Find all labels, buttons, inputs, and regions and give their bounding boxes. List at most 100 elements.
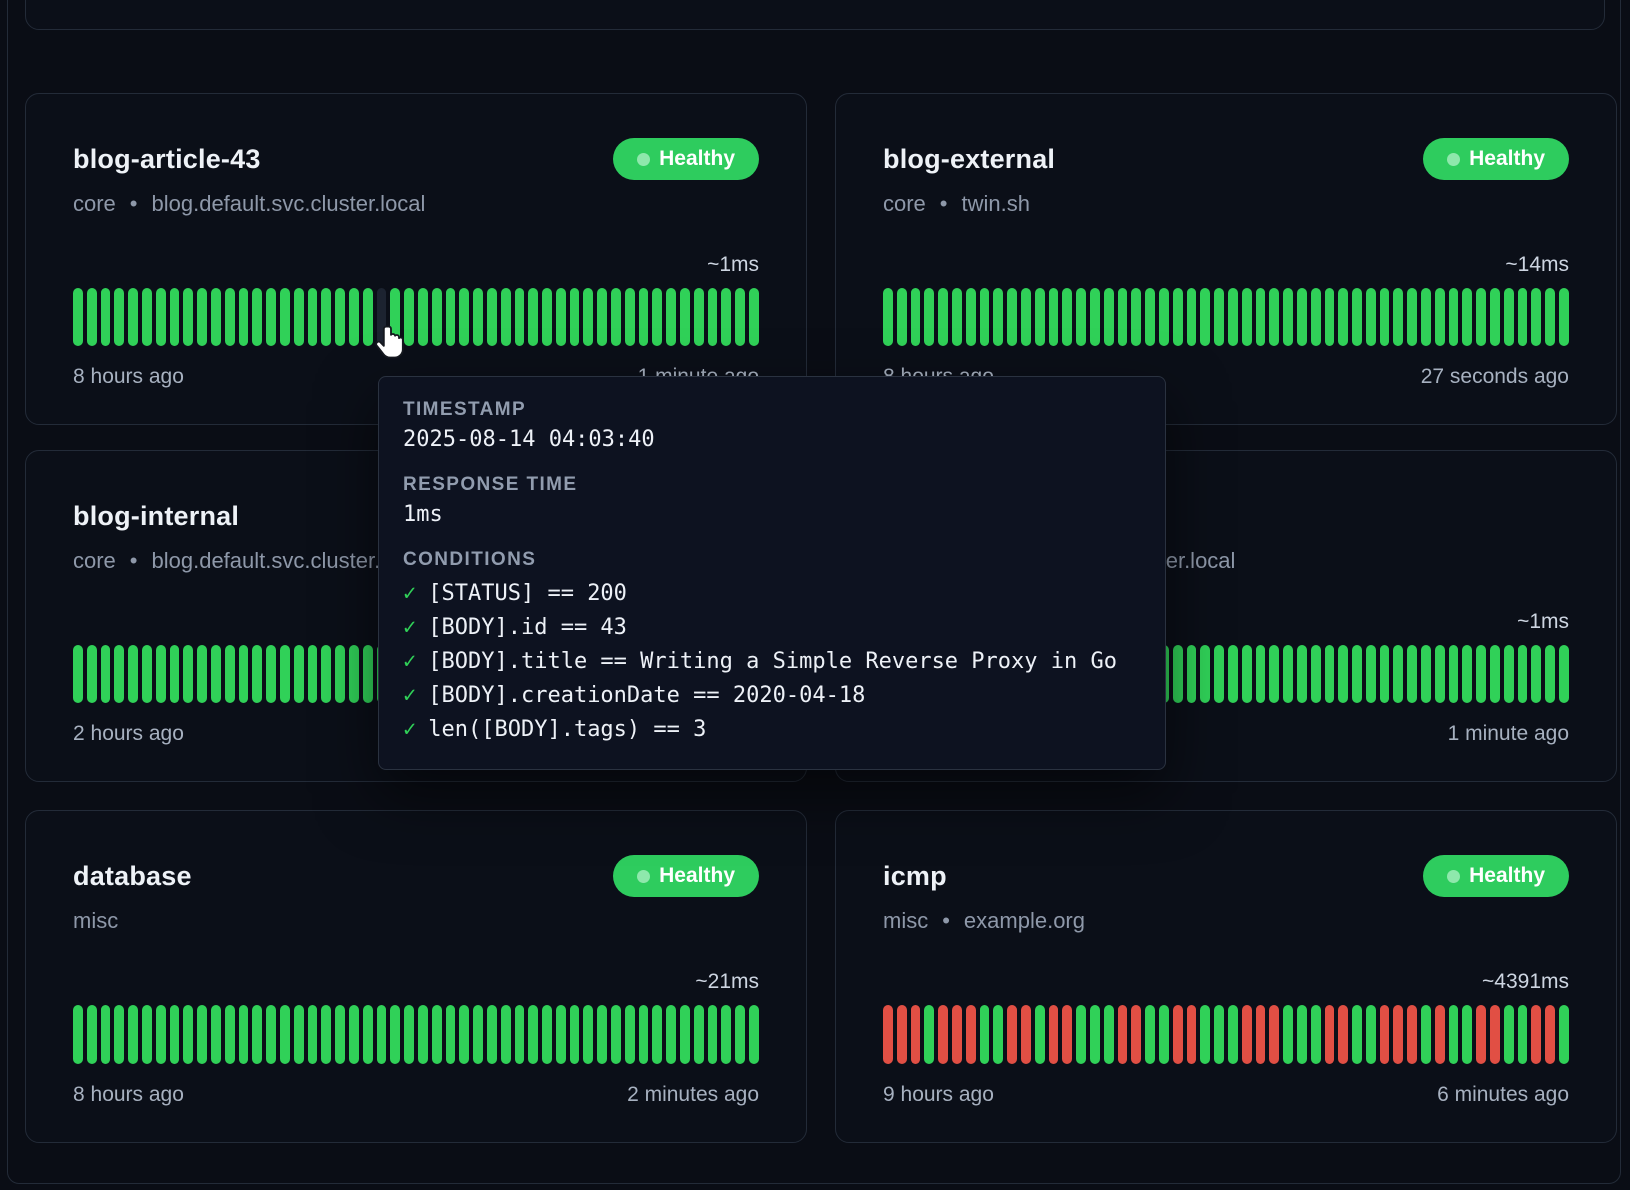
history-bar[interactable] xyxy=(980,1005,990,1064)
history-bar[interactable] xyxy=(225,1005,235,1064)
history-bar[interactable] xyxy=(1476,288,1486,346)
history-bar[interactable] xyxy=(432,1005,442,1064)
history-bar[interactable] xyxy=(1187,288,1197,346)
history-bar[interactable] xyxy=(1421,288,1431,346)
history-bar[interactable] xyxy=(1352,288,1362,346)
history-bar[interactable] xyxy=(446,288,456,346)
history-bar[interactable] xyxy=(1476,645,1486,703)
history-bar[interactable] xyxy=(1352,645,1362,703)
history-bar[interactable] xyxy=(473,1005,483,1064)
history-bar[interactable] xyxy=(390,1005,400,1064)
history-bar[interactable] xyxy=(225,288,235,346)
history-bar[interactable] xyxy=(1559,1005,1569,1064)
history-bar[interactable] xyxy=(170,645,180,703)
history-bar[interactable] xyxy=(1049,1005,1059,1064)
history-bar[interactable] xyxy=(1545,1005,1555,1064)
history-bar[interactable] xyxy=(321,1005,331,1064)
history-bar[interactable] xyxy=(1145,288,1155,346)
history-bar[interactable] xyxy=(142,645,152,703)
history-bar[interactable] xyxy=(680,1005,690,1064)
history-bar[interactable] xyxy=(1380,1005,1390,1064)
history-bar[interactable] xyxy=(652,288,662,346)
history-bar[interactable] xyxy=(459,288,469,346)
history-bar[interactable] xyxy=(487,1005,497,1064)
history-bar[interactable] xyxy=(252,288,262,346)
history-bar[interactable] xyxy=(883,288,893,346)
history-bar[interactable] xyxy=(966,1005,976,1064)
history-bar[interactable] xyxy=(1076,288,1086,346)
history-bar[interactable] xyxy=(1393,288,1403,346)
history-bar[interactable] xyxy=(280,288,290,346)
history-bar[interactable] xyxy=(1200,288,1210,346)
history-bar[interactable] xyxy=(170,288,180,346)
history-bar[interactable] xyxy=(1131,288,1141,346)
history-bar[interactable] xyxy=(993,1005,1003,1064)
history-bar[interactable] xyxy=(625,288,635,346)
history-bar[interactable] xyxy=(1297,288,1307,346)
history-bar[interactable] xyxy=(73,645,83,703)
history-bar[interactable] xyxy=(1159,288,1169,346)
history-bar[interactable] xyxy=(952,1005,962,1064)
history-bar[interactable] xyxy=(404,288,414,346)
history-bar[interactable] xyxy=(501,288,511,346)
history-bar[interactable] xyxy=(363,645,373,703)
history-bar[interactable] xyxy=(1076,1005,1086,1064)
history-bar[interactable] xyxy=(1200,645,1210,703)
history-bar[interactable] xyxy=(1421,645,1431,703)
history-bar[interactable] xyxy=(515,1005,525,1064)
history-bar[interactable] xyxy=(1325,1005,1335,1064)
history-bar[interactable] xyxy=(515,288,525,346)
history-bar[interactable] xyxy=(597,1005,607,1064)
history-bar[interactable] xyxy=(570,288,580,346)
history-bar[interactable] xyxy=(583,1005,593,1064)
history-bar[interactable] xyxy=(266,645,276,703)
history-bar[interactable] xyxy=(1407,1005,1417,1064)
history-bar[interactable] xyxy=(1490,645,1500,703)
history-bar[interactable] xyxy=(308,645,318,703)
history-bar[interactable] xyxy=(197,645,207,703)
history-bar[interactable] xyxy=(170,1005,180,1064)
history-bar[interactable] xyxy=(1104,288,1114,346)
history-bar[interactable] xyxy=(377,1005,387,1064)
history-bar[interactable] xyxy=(1214,645,1224,703)
history-bar[interactable] xyxy=(1283,288,1293,346)
history-bar[interactable] xyxy=(308,1005,318,1064)
history-bar[interactable] xyxy=(1449,288,1459,346)
history-bar[interactable] xyxy=(1380,645,1390,703)
history-bar[interactable] xyxy=(142,288,152,346)
history-bar[interactable] xyxy=(114,288,124,346)
history-bar[interactable] xyxy=(487,288,497,346)
history-bar[interactable] xyxy=(87,1005,97,1064)
history-bar[interactable] xyxy=(252,1005,262,1064)
history-bar[interactable] xyxy=(924,1005,934,1064)
history-bar[interactable] xyxy=(694,1005,704,1064)
history-bar[interactable] xyxy=(252,645,262,703)
history-bar[interactable] xyxy=(1435,645,1445,703)
history-bar[interactable] xyxy=(501,1005,511,1064)
history-bar[interactable] xyxy=(1476,1005,1486,1064)
history-bar[interactable] xyxy=(349,645,359,703)
history-bar[interactable] xyxy=(211,288,221,346)
history-bar[interactable] xyxy=(1256,645,1266,703)
history-bar[interactable] xyxy=(349,1005,359,1064)
history-bar[interactable] xyxy=(1269,1005,1279,1064)
history-bar[interactable] xyxy=(1338,288,1348,346)
history-bar[interactable] xyxy=(1283,645,1293,703)
history-bar[interactable] xyxy=(294,1005,304,1064)
history-bar[interactable] xyxy=(1173,645,1183,703)
history-bar[interactable] xyxy=(1118,288,1128,346)
history-bar[interactable] xyxy=(1256,1005,1266,1064)
history-bar[interactable] xyxy=(1145,1005,1155,1064)
history-bar[interactable] xyxy=(1269,288,1279,346)
history-bar[interactable] xyxy=(1090,288,1100,346)
history-bar[interactable] xyxy=(883,1005,893,1064)
history-bar[interactable] xyxy=(239,1005,249,1064)
history-bar[interactable] xyxy=(1007,1005,1017,1064)
history-bar[interactable] xyxy=(1462,645,1472,703)
history-bar[interactable] xyxy=(1062,288,1072,346)
history-bar[interactable] xyxy=(1297,645,1307,703)
history-bar[interactable] xyxy=(966,288,976,346)
history-bar[interactable] xyxy=(542,288,552,346)
history-bar[interactable] xyxy=(128,1005,138,1064)
history-bar[interactable] xyxy=(321,288,331,346)
